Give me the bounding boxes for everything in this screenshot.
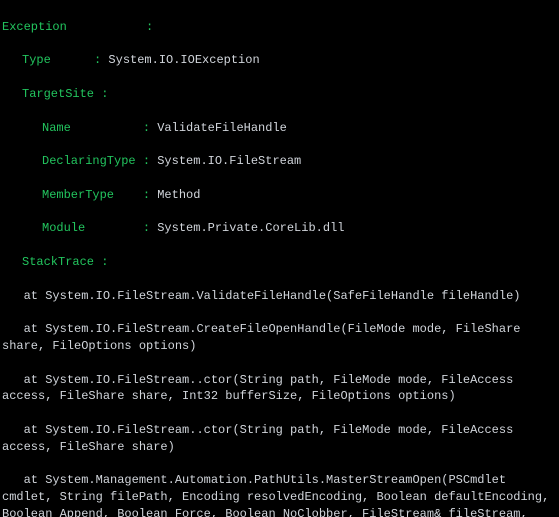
row-declaringtype: DeclaringType : System.IO.FileStream	[2, 153, 557, 170]
stacktrace-line: at System.IO.FileStream.CreateFileOpenHa…	[2, 321, 557, 355]
key-stacktrace: StackTrace	[22, 255, 94, 269]
row-module: Module : System.Private.CoreLib.dll	[2, 220, 557, 237]
key-declaringtype: DeclaringType	[42, 154, 136, 168]
stacktrace-line: at System.IO.FileStream..ctor(String pat…	[2, 372, 557, 406]
stacktrace-line: at System.Management.Automation.PathUtil…	[2, 472, 557, 517]
row-name: Name : ValidateFileHandle	[2, 120, 557, 137]
key-targetsite: TargetSite	[22, 87, 94, 101]
val-type: System.IO.IOException	[108, 53, 259, 67]
key-type: Type	[22, 53, 51, 67]
val-membertype: Method	[157, 188, 200, 202]
key-name: Name	[42, 121, 71, 135]
error-output: Exception : Type : System.IO.IOException…	[0, 0, 559, 517]
row-stacktrace: StackTrace :	[2, 254, 557, 271]
exception-header: Exception :	[2, 19, 557, 36]
val-module: System.Private.CoreLib.dll	[157, 221, 344, 235]
row-type: Type : System.IO.IOException	[2, 52, 557, 69]
stacktrace-line: at System.IO.FileStream..ctor(String pat…	[2, 422, 557, 456]
val-name: ValidateFileHandle	[157, 121, 287, 135]
row-membertype: MemberType : Method	[2, 187, 557, 204]
key-exception: Exception	[2, 20, 67, 34]
val-declaringtype: System.IO.FileStream	[157, 154, 301, 168]
colon: :	[146, 20, 153, 34]
stacktrace-colon: :	[101, 255, 108, 269]
key-module: Module	[42, 221, 85, 235]
stacktrace-line: at System.IO.FileStream.ValidateFileHand…	[2, 288, 557, 305]
row-targetsite: TargetSite :	[2, 86, 557, 103]
key-membertype: MemberType	[42, 188, 114, 202]
